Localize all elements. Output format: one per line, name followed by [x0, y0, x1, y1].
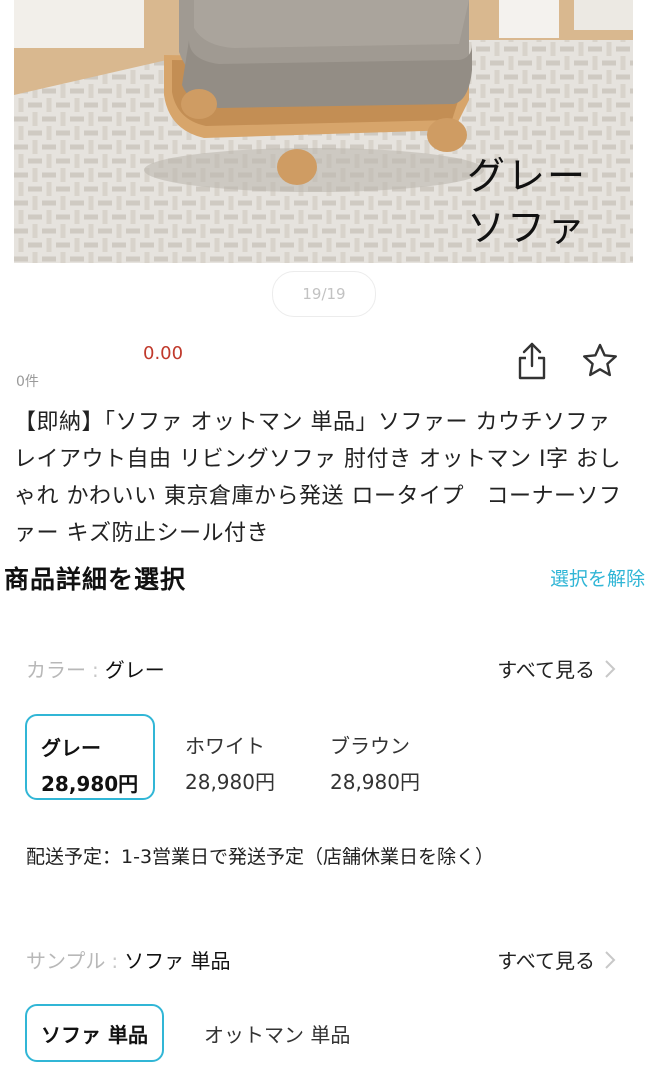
- chip-label: ソファ 単品: [41, 1022, 148, 1047]
- section-heading: 商品詳細を選択: [4, 565, 187, 594]
- star-icon: [583, 343, 617, 377]
- option-separator: :: [92, 658, 99, 682]
- variant-name: ホワイト: [185, 734, 265, 758]
- review-count[interactable]: 0件: [16, 371, 39, 391]
- favorite-button[interactable]: [580, 340, 620, 382]
- sample-option-label: サンプル: ソファ 単品: [26, 945, 231, 974]
- option-key: サンプル: [26, 949, 106, 973]
- option-selected-value: グレー: [104, 658, 165, 682]
- option-key: カラー: [26, 658, 86, 682]
- variant-price: 28,980円: [330, 770, 420, 794]
- color-see-all-link[interactable]: すべて見る: [497, 654, 617, 683]
- variant-name: ブラウン: [330, 734, 410, 758]
- image-page-counter: 19/19: [272, 271, 376, 317]
- see-all-label: すべて見る: [497, 949, 595, 973]
- image-caption-line1: グレー: [467, 154, 588, 198]
- option-selected-value: ソファ 単品: [124, 949, 231, 973]
- clear-selection-link[interactable]: 選択を解除: [550, 564, 645, 591]
- see-all-label: すべて見る: [497, 658, 595, 682]
- product-price: 0.00: [143, 343, 184, 364]
- chip-label: オットマン 単品: [204, 1022, 351, 1047]
- share-icon: [518, 342, 546, 380]
- product-image[interactable]: グレー ソファ: [14, 0, 633, 263]
- sample-chip-sofa[interactable]: ソファ 単品: [25, 1004, 164, 1062]
- color-option-label: カラー: グレー: [26, 654, 165, 683]
- variant-price: 28,980円: [41, 772, 139, 796]
- sample-see-all-link[interactable]: すべて見る: [497, 945, 617, 974]
- variant-price: 28,980円: [185, 770, 275, 794]
- variant-name: グレー: [41, 736, 101, 760]
- chevron-right-icon: [605, 659, 616, 678]
- image-caption-line2: ソファ: [467, 206, 588, 250]
- shipping-estimate: 配送予定：1-3営業日で発送予定（店舗休業日を除く）: [26, 846, 495, 868]
- chevron-right-icon: [605, 950, 616, 969]
- option-separator: :: [111, 949, 119, 973]
- variant-option-brown[interactable]: ブラウン 28,980円: [316, 714, 446, 800]
- product-title: 【即納】「ソファ オットマン 単品」ソファー カウチソファ レイアウト自由 リビ…: [14, 410, 622, 546]
- share-button[interactable]: [513, 340, 551, 382]
- sample-chip-ottoman[interactable]: オットマン 単品: [190, 1004, 364, 1062]
- image-caption: グレー ソファ: [467, 150, 607, 254]
- variant-option-gray[interactable]: グレー 28,980円: [25, 714, 155, 800]
- variant-option-white[interactable]: ホワイト 28,980円: [171, 714, 301, 800]
